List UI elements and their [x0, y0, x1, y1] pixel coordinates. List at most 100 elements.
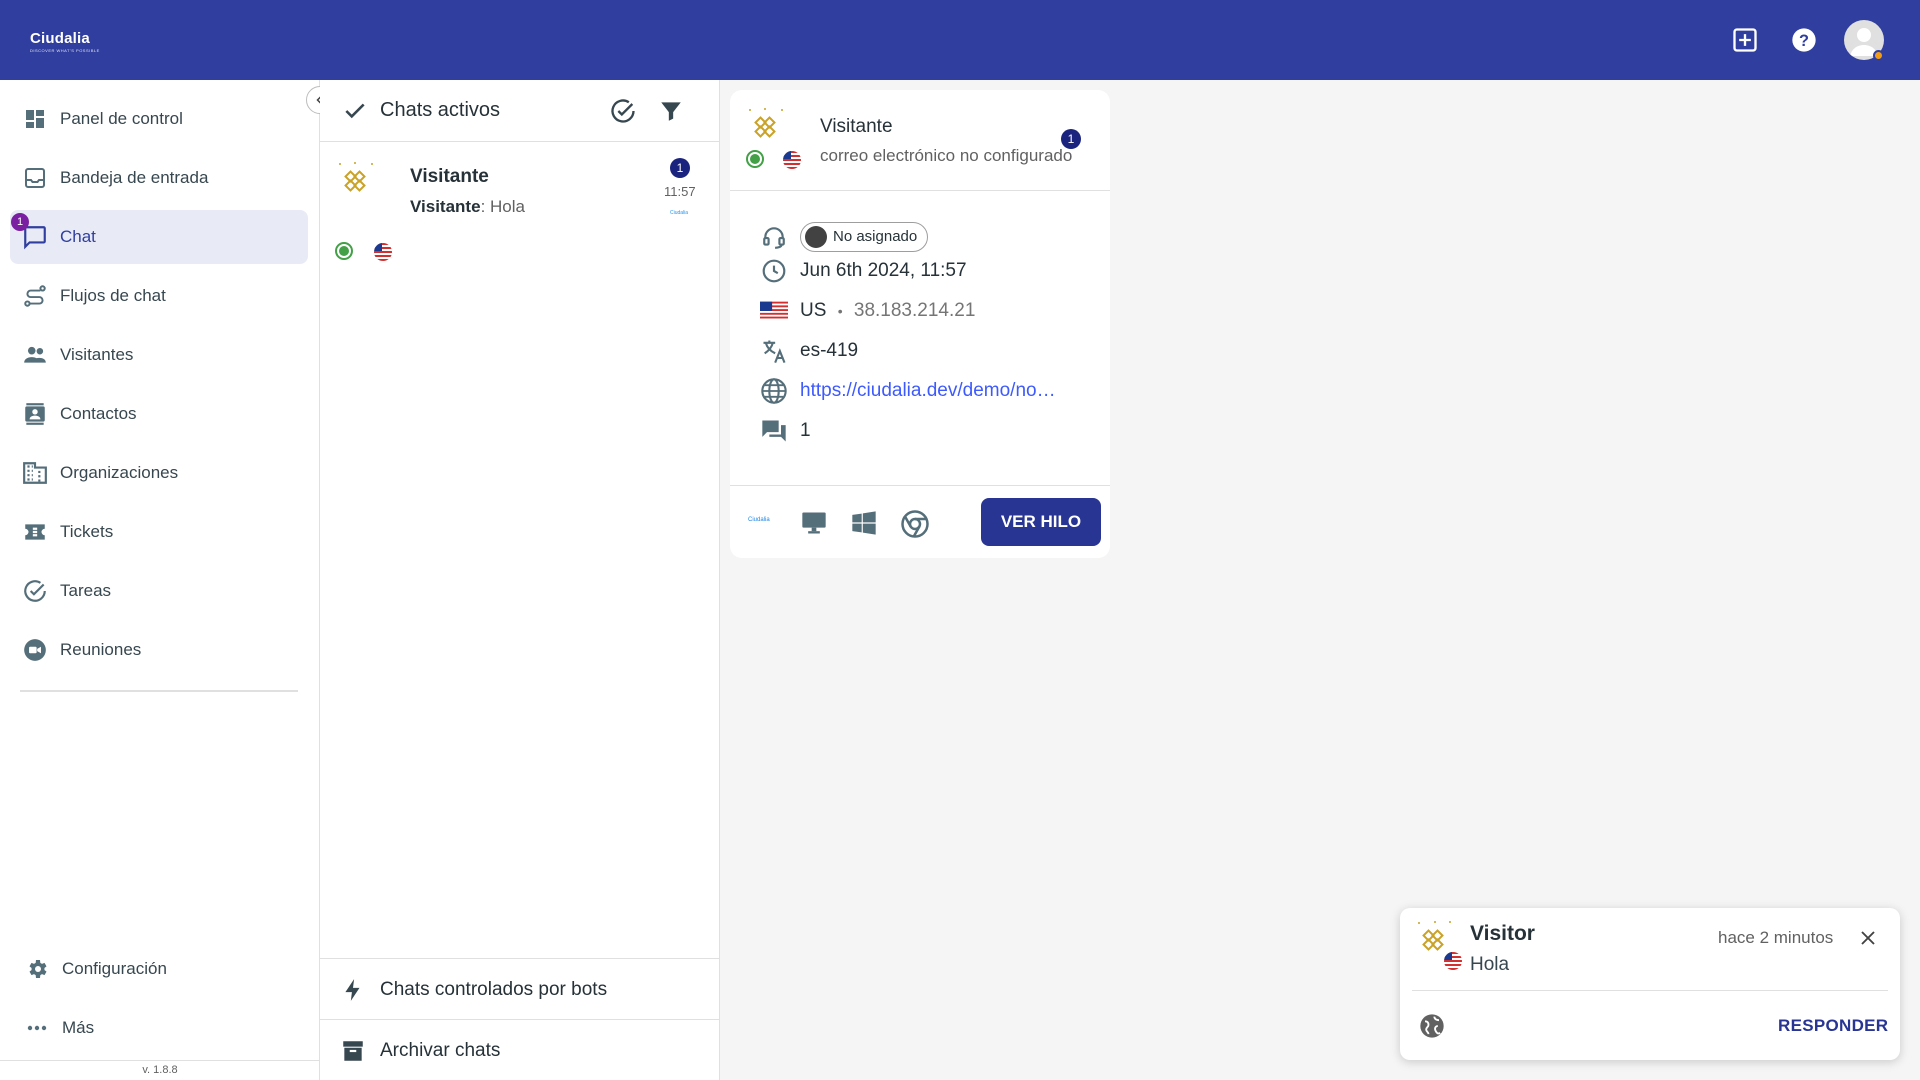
chat-datetime: Jun 6th 2024, 11:57 — [800, 260, 967, 281]
visitor-detail-card: Visitante correo electrónico no configur… — [730, 90, 1110, 558]
mark-all-read-icon[interactable] — [609, 97, 637, 130]
sidebar-item-label: Configuración — [62, 959, 167, 978]
visitor-name: Visitante — [410, 166, 489, 187]
sidebar-item-tickets[interactable]: Tickets — [10, 505, 308, 559]
sidebar-item-meetings[interactable]: Reuniones — [10, 623, 308, 677]
separator: • — [837, 303, 843, 319]
sidebar-item-settings[interactable]: Configuración — [10, 942, 308, 996]
archive-icon — [340, 1038, 366, 1064]
unread-count-badge: 1 — [1061, 129, 1081, 149]
filter-icon[interactable] — [658, 98, 684, 129]
clock-icon — [760, 257, 788, 285]
sidebar-item-more[interactable]: Más — [10, 1001, 308, 1055]
sidebar-divider — [20, 690, 298, 692]
assignee-chip[interactable]: No asignado — [800, 222, 929, 252]
logo-tagline: DISCOVER WHAT'S POSSIBLE — [30, 48, 100, 53]
app-logo[interactable]: Ciudalia DISCOVER WHAT'S POSSIBLE — [30, 30, 100, 53]
logo-text: Ciudalia — [30, 30, 90, 47]
assignee-label: No asignado — [833, 228, 918, 245]
visitor-email: correo electrónico no configurado — [820, 146, 1073, 165]
svg-text:?: ? — [1799, 32, 1809, 50]
add-box-icon[interactable] — [1727, 22, 1763, 58]
sidebar-item-label: Flujos de chat — [60, 286, 166, 305]
sidebar: Panel de control Bandeja de entrada Chat… — [0, 80, 320, 1080]
chat-list-header: Chats activos — [320, 80, 720, 142]
bot-chats-label: Chats controlados por bots — [380, 979, 608, 1000]
unread-count-badge: 1 — [670, 158, 690, 178]
sidebar-item-label: Más — [62, 1018, 95, 1037]
forum-icon — [760, 417, 788, 445]
contacts-icon — [22, 401, 48, 427]
chat-list-title: Chats activos — [380, 99, 501, 121]
view-thread-button[interactable]: VER HILO — [981, 498, 1101, 546]
task-icon — [22, 578, 48, 604]
unassigned-icon — [805, 226, 827, 248]
sidebar-item-dashboard[interactable]: Panel de control — [10, 92, 308, 146]
visitor-avatar — [334, 160, 378, 204]
sidebar-item-label: Contactos — [60, 404, 137, 423]
sidebar-item-organizations[interactable]: Organizaciones — [10, 446, 308, 500]
archive-chats-label: Archivar chats — [380, 1040, 501, 1061]
message-text: : Hola — [480, 197, 525, 216]
ticket-icon — [22, 519, 48, 545]
sidebar-divider — [0, 1060, 320, 1061]
bolt-icon — [340, 977, 366, 1003]
help-icon[interactable]: ? — [1786, 22, 1822, 58]
desktop-icon — [800, 509, 828, 542]
card-divider — [730, 190, 1110, 191]
sidebar-item-label: Chat — [60, 227, 96, 246]
people-icon — [22, 342, 48, 368]
visitor-page-link[interactable]: https://ciudalia.dev/demo/no… — [800, 380, 1056, 402]
last-message: Visitante: Hola — [410, 197, 525, 217]
globe-icon — [1418, 1012, 1446, 1040]
us-flag-icon — [783, 151, 801, 169]
sidebar-item-visitors[interactable]: Visitantes — [10, 328, 308, 382]
sidebar-item-label: Tickets — [60, 522, 114, 541]
support-agent-icon — [760, 223, 788, 251]
sidebar-item-contacts[interactable]: Contactos — [10, 387, 308, 441]
site-logo: Ciudalia — [748, 517, 770, 523]
sidebar-item-inbox[interactable]: Bandeja de entrada — [10, 151, 308, 205]
toast-visitor-name: Visitor — [1470, 922, 1535, 945]
top-bar: Ciudalia DISCOVER WHAT'S POSSIBLE ? — [0, 0, 1920, 80]
message-sender: Visitante — [410, 197, 481, 216]
archive-chats-row[interactable]: Archivar chats — [320, 1019, 720, 1080]
sidebar-item-label: Visitantes — [60, 345, 134, 364]
chats-count: 1 — [800, 420, 811, 441]
sidebar-item-tasks[interactable]: Tareas — [10, 564, 308, 618]
us-flag-icon — [374, 243, 392, 261]
us-flag-icon — [1444, 952, 1462, 970]
country-code: US — [800, 300, 827, 321]
online-status-dot — [746, 150, 764, 168]
bot-chats-row[interactable]: Chats controlados por bots — [320, 958, 720, 1020]
sidebar-item-chat[interactable]: Chat — [10, 210, 308, 264]
chat-unread-badge: 1 — [11, 213, 29, 231]
visitor-ip: 38.183.214.21 — [853, 300, 976, 321]
visitor-avatar — [744, 106, 788, 150]
more-icon — [24, 1015, 50, 1041]
status-dot — [1873, 50, 1884, 61]
site-logo: Ciudalia — [670, 210, 689, 216]
toast-divider — [1412, 990, 1888, 991]
translate-icon — [760, 337, 788, 365]
sidebar-item-chat-flows[interactable]: Flujos de chat — [10, 269, 308, 323]
new-message-toast: Visitor Hola hace 2 minutos RESPONDER — [1400, 908, 1900, 1060]
check-icon — [342, 98, 368, 129]
chat-list-item[interactable] — [320, 142, 720, 261]
us-flag-icon — [760, 297, 788, 325]
inbox-icon — [22, 165, 48, 191]
windows-icon — [850, 509, 878, 542]
visitor-name: Visitante — [820, 116, 893, 137]
video-icon — [22, 637, 48, 663]
sidebar-item-label: Organizaciones — [60, 463, 179, 482]
flow-icon — [22, 283, 48, 309]
visitor-language: es-419 — [800, 340, 859, 361]
toast-message: Hola — [1470, 954, 1510, 975]
chrome-icon — [900, 509, 930, 544]
chat-list-panel: Chats activos Visitante Visitante: Hola … — [320, 80, 720, 1080]
close-icon[interactable] — [1854, 924, 1882, 952]
sidebar-item-label: Tareas — [60, 581, 112, 600]
dashboard-icon — [22, 106, 48, 132]
sidebar-item-label: Panel de control — [60, 109, 183, 128]
reply-button[interactable]: RESPONDER — [1778, 1016, 1888, 1036]
